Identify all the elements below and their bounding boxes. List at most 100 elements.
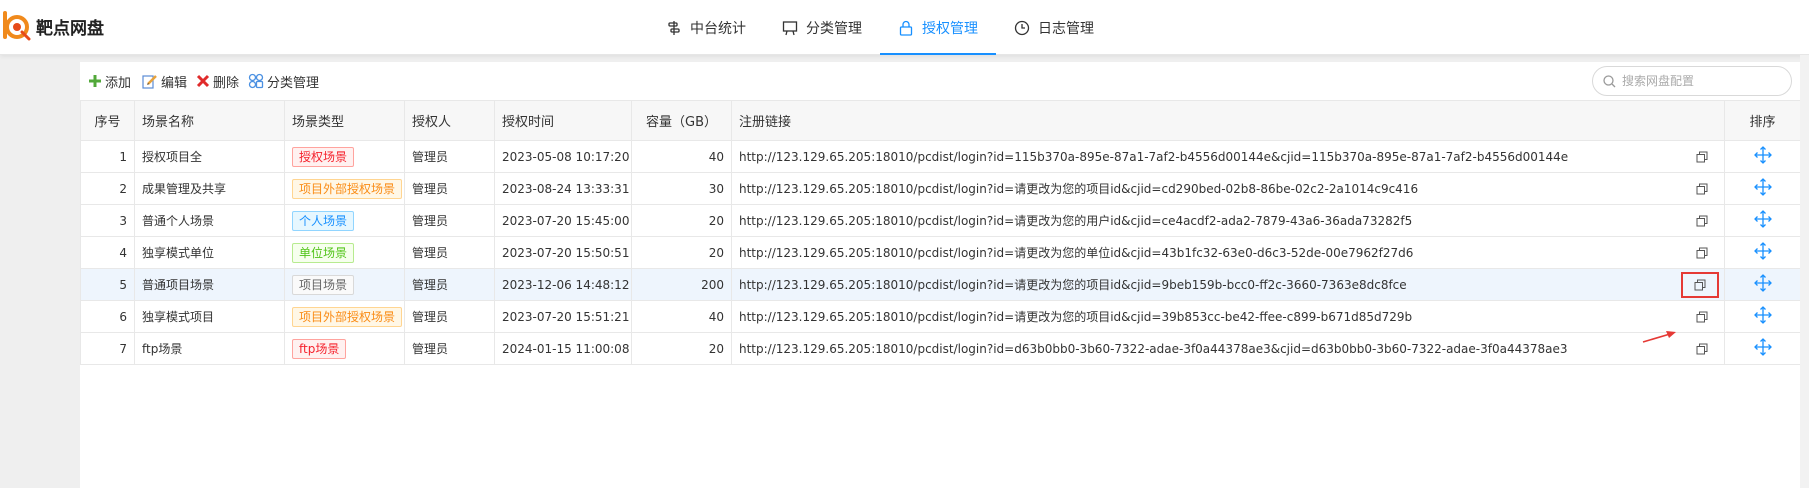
copy-icon [1696,311,1708,322]
table-row[interactable]: 6 独享模式项目 项目外部授权场景 管理员 2023-07-20 15:51:21 40 h… [80,300,1801,333]
table-body: 1 授权项目全 授权场景 管理员 2023-05-08 10:17:20 40 http:/… [80,140,1801,365]
drag-sort-handle[interactable] [1753,210,1772,228]
column-header-owner[interactable]: 授权人 [404,100,495,141]
copy-icon [1694,279,1706,290]
move-icon [1753,306,1772,324]
registration-link[interactable]: http://123.129.65.205:18010/pcdist/login… [739,244,1413,261]
vertical-scrollbar[interactable] [1800,55,1809,488]
logo-mark-icon [2,11,32,41]
cell-no: 3 [80,204,135,237]
move-icon [1753,178,1772,196]
column-header-link[interactable]: 注册链接 [731,100,1725,141]
cell-owner: 管理员 [404,300,495,333]
cell-no: 2 [80,172,135,205]
drag-sort-handle[interactable] [1753,338,1772,356]
main-nav: 中台统计 分类管理 授权管理 日志管理 [648,0,1112,55]
cell-sort [1724,268,1801,301]
scene-type-tag: ftp场景 [292,338,347,359]
copy-link-button[interactable] [1693,309,1711,325]
cell-owner: 管理员 [404,268,495,301]
registration-link[interactable]: http://123.129.65.205:18010/pcdist/login… [739,276,1407,293]
delete-button[interactable]: 删除 [196,62,239,100]
table-row[interactable]: 3 普通个人场景 个人场景 管理员 2023-07-20 15:45:00 20 http:… [80,204,1801,237]
cell-owner: 管理员 [404,140,495,173]
table-header-row: 序号 场景名称 场景类型 授权人 授权时间 容量（GB） 注册链接 排序 [80,100,1801,141]
cell-type: 项目外部授权场景 [284,172,405,205]
search-box[interactable] [1592,66,1792,96]
cell-name: 独享模式项目 [134,300,285,333]
cell-no: 4 [80,236,135,269]
cell-capacity: 20 [631,236,732,269]
move-icon [1753,210,1772,228]
category-icon [782,20,798,35]
copy-link-button[interactable] [1693,149,1711,165]
column-header-sort[interactable]: 排序 [1724,100,1801,141]
nav-tab-logs[interactable]: 日志管理 [996,0,1112,55]
copy-link-button[interactable] [1681,271,1719,298]
drag-sort-handle[interactable] [1753,178,1772,196]
cell-type: 项目场景 [284,268,405,301]
drag-sort-handle[interactable] [1753,274,1772,292]
cell-time: 2023-08-24 13:33:31 [494,172,632,205]
cell-time: 2023-05-08 10:17:20 [494,140,632,173]
registration-link[interactable]: http://123.129.65.205:18010/pcdist/login… [739,212,1412,229]
add-button[interactable]: 添加 [88,62,131,100]
copy-link-button[interactable] [1693,213,1711,229]
copy-link-button[interactable] [1693,245,1711,261]
edit-button[interactable]: 编辑 [142,62,187,100]
column-header-capacity[interactable]: 容量（GB） [631,100,732,141]
nav-tab-stats[interactable]: 中台统计 [648,0,764,55]
cell-type: 个人场景 [284,204,405,237]
column-header-time[interactable]: 授权时间 [494,100,632,141]
move-icon [1753,338,1772,356]
registration-link[interactable]: http://123.129.65.205:18010/pcdist/login… [739,180,1418,197]
table-row[interactable]: 5 普通项目场景 项目场景 管理员 2023-12-06 14:48:12 200 http… [80,268,1801,301]
copy-link-button[interactable] [1693,341,1711,357]
table-row[interactable]: 7 ftp场景 ftp场景 管理员 2024-01-15 11:00:08 20 http:… [80,332,1801,365]
copy-icon [1696,247,1708,258]
nav-tab-category[interactable]: 分类管理 [764,0,880,55]
cell-owner: 管理员 [404,236,495,269]
scene-type-tag: 项目外部授权场景 [292,306,403,327]
table-row[interactable]: 4 独享模式单位 单位场景 管理员 2023-07-20 15:50:51 20 http:… [80,236,1801,269]
cell-capacity: 40 [631,140,732,173]
search-icon [1603,74,1616,87]
cell-owner: 管理员 [404,332,495,365]
column-header-type[interactable]: 场景类型 [284,100,405,141]
cell-name: ftp场景 [134,332,285,365]
cell-owner: 管理员 [404,172,495,205]
drag-sort-handle[interactable] [1753,146,1772,164]
cell-no: 6 [80,300,135,333]
scene-type-tag: 项目外部授权场景 [292,178,403,199]
cell-name: 授权项目全 [134,140,285,173]
copy-link-button[interactable] [1693,181,1711,197]
registration-link[interactable]: http://123.129.65.205:18010/pcdist/login… [739,342,1568,356]
drag-sort-handle[interactable] [1753,242,1772,260]
cell-name: 普通项目场景 [134,268,285,301]
add-button-label: 添加 [105,75,132,91]
category-manage-button[interactable]: 分类管理 [248,62,319,100]
column-header-no[interactable]: 序号 [80,100,135,141]
delete-x-icon [196,74,210,88]
nav-tab-authorization[interactable]: 授权管理 [880,0,996,55]
nav-tab-label: 中台统计 [690,20,746,37]
cell-sort [1724,300,1801,333]
cell-time: 2023-07-20 15:45:00 [494,204,632,237]
registration-link[interactable]: http://123.129.65.205:18010/pcdist/login… [739,308,1412,325]
cell-type: 授权场景 [284,140,405,173]
table-row[interactable]: 2 成果管理及共享 项目外部授权场景 管理员 2023-08-24 13:33:31 30… [80,172,1801,205]
top-header: 靶点网盘 中台统计 分类管理 授权管理 日志管理 [0,0,1809,55]
cell-name: 成果管理及共享 [134,172,285,205]
cell-type: 项目外部授权场景 [284,300,405,333]
table-row[interactable]: 1 授权项目全 授权场景 管理员 2023-05-08 10:17:20 40 http:/… [80,140,1801,173]
cell-capacity: 30 [631,172,732,205]
column-header-name[interactable]: 场景名称 [134,100,285,141]
cell-no: 7 [80,332,135,365]
app-logo[interactable]: 靶点网盘 [2,10,104,42]
scene-type-tag: 授权场景 [292,146,355,167]
search-input[interactable] [1622,74,1782,88]
delete-button-label: 删除 [213,75,240,91]
cell-time: 2023-07-20 15:50:51 [494,236,632,269]
drag-sort-handle[interactable] [1753,306,1772,324]
registration-link[interactable]: http://123.129.65.205:18010/pcdist/login… [739,150,1568,164]
